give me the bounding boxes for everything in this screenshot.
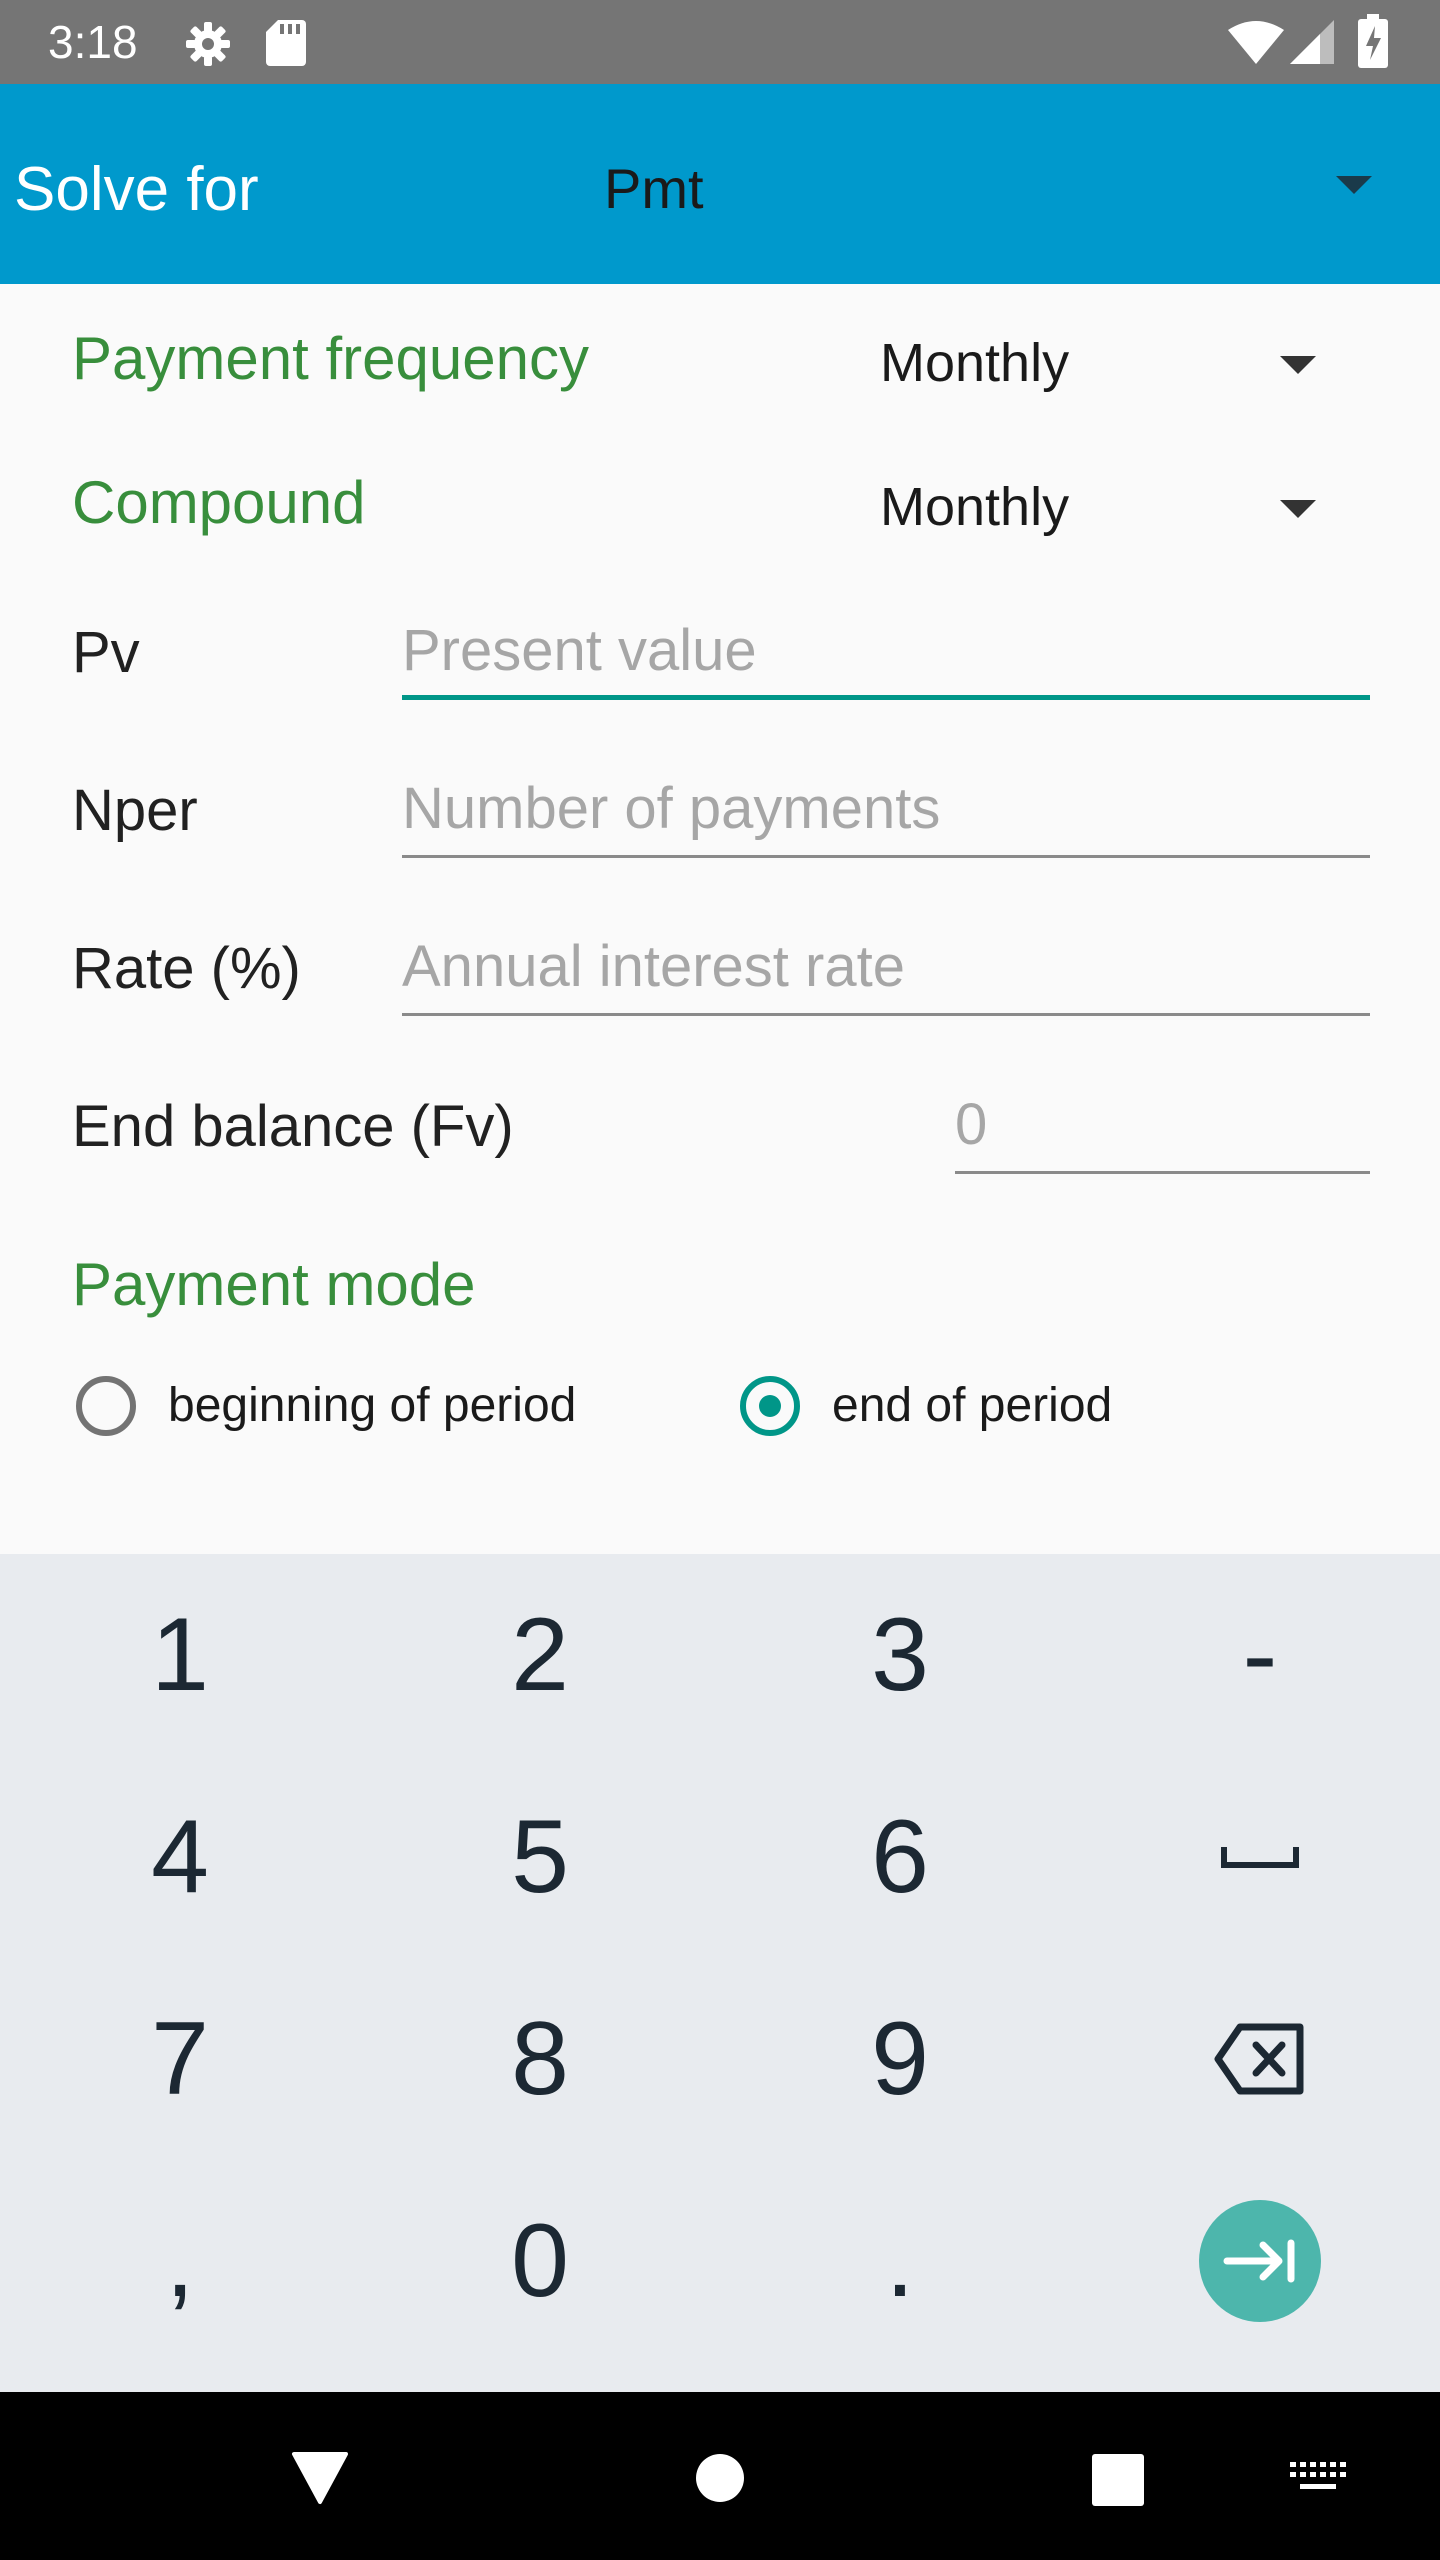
status-time: 3:18 bbox=[48, 16, 138, 68]
key-minus-label: - bbox=[1242, 1596, 1278, 1713]
chevron-down-icon bbox=[1336, 176, 1372, 194]
rate-label: Rate (%) bbox=[72, 936, 301, 1001]
nper-input[interactable] bbox=[402, 768, 1370, 848]
key-3-label: 3 bbox=[871, 1596, 929, 1713]
key-comma[interactable]: , bbox=[0, 2160, 360, 2362]
pv-field bbox=[402, 610, 1370, 700]
key-4-label: 4 bbox=[151, 1798, 209, 1915]
key-backspace[interactable] bbox=[1080, 1958, 1440, 2160]
toolbar-title: Solve for bbox=[14, 155, 259, 224]
system-nav-bar bbox=[0, 2392, 1440, 2560]
payment-mode-label: Payment mode bbox=[72, 1251, 476, 1318]
key-6[interactable]: 6 bbox=[720, 1756, 1080, 1958]
rate-input[interactable] bbox=[402, 926, 1370, 1006]
fv-input[interactable] bbox=[955, 1084, 1370, 1164]
next-button[interactable] bbox=[1199, 2200, 1321, 2322]
fv-label: End balance (Fv) bbox=[72, 1094, 514, 1159]
key-5-label: 5 bbox=[511, 1798, 569, 1915]
key-9[interactable]: 9 bbox=[720, 1958, 1080, 2160]
app-toolbar: Solve for Pmt bbox=[0, 84, 1440, 284]
keyboard-switch-icon[interactable] bbox=[1290, 2462, 1346, 2494]
fv-field bbox=[955, 1084, 1370, 1174]
battery-charging-icon bbox=[1358, 14, 1388, 68]
key-4[interactable]: 4 bbox=[0, 1756, 360, 1958]
key-5[interactable]: 5 bbox=[360, 1756, 720, 1958]
payment-frequency-value: Monthly bbox=[880, 333, 1070, 393]
key-8-label: 8 bbox=[511, 2000, 569, 2117]
rate-underline bbox=[402, 1013, 1370, 1016]
key-2[interactable]: 2 bbox=[360, 1554, 720, 1756]
key-9-label: 9 bbox=[871, 2000, 929, 2117]
key-1-label: 1 bbox=[151, 1596, 209, 1713]
pv-label: Pv bbox=[72, 620, 140, 685]
sd-card-icon bbox=[266, 20, 306, 66]
key-0[interactable]: 0 bbox=[360, 2160, 720, 2362]
radio-unchecked-icon bbox=[76, 1376, 136, 1436]
solve-for-spinner[interactable]: Pmt bbox=[580, 124, 1400, 244]
solve-for-value: Pmt bbox=[604, 157, 704, 220]
key-6-label: 6 bbox=[871, 1798, 929, 1915]
key-space[interactable] bbox=[1080, 1756, 1440, 1958]
radio-end-label: end of period bbox=[832, 1379, 1113, 1432]
fv-underline bbox=[955, 1171, 1370, 1174]
key-7[interactable]: 7 bbox=[0, 1958, 360, 2160]
chevron-down-icon bbox=[1280, 500, 1316, 518]
radio-beginning-label: beginning of period bbox=[168, 1379, 577, 1432]
nper-field bbox=[402, 768, 1370, 858]
key-7-label: 7 bbox=[151, 2000, 209, 2117]
key-2-label: 2 bbox=[511, 1596, 569, 1713]
home-icon[interactable] bbox=[694, 2452, 746, 2504]
key-1[interactable]: 1 bbox=[0, 1554, 360, 1756]
numeric-keyboard: 1 2 3 - 4 5 6 7 8 9 , 0 . bbox=[0, 1554, 1440, 2392]
wifi-icon bbox=[1228, 21, 1284, 64]
key-period-label: . bbox=[885, 2202, 915, 2319]
compound-value: Monthly bbox=[880, 477, 1070, 537]
signal-icon bbox=[1290, 20, 1334, 64]
recents-icon[interactable] bbox=[1092, 2454, 1144, 2506]
key-next[interactable] bbox=[1080, 2160, 1440, 2362]
key-3[interactable]: 3 bbox=[720, 1554, 1080, 1756]
payment-frequency-label: Payment frequency bbox=[72, 325, 589, 392]
key-minus[interactable]: - bbox=[1080, 1554, 1440, 1756]
gear-icon bbox=[186, 22, 230, 66]
status-bar: 3:18 bbox=[0, 0, 1440, 84]
payment-frequency-spinner[interactable]: Monthly bbox=[880, 310, 1380, 420]
loan-form: Payment frequency Monthly Compound Month… bbox=[0, 284, 1440, 1554]
rate-field bbox=[402, 926, 1370, 1016]
back-icon[interactable] bbox=[290, 2450, 350, 2506]
pv-underline bbox=[402, 695, 1370, 700]
compound-label: Compound bbox=[72, 469, 366, 536]
radio-dot bbox=[759, 1395, 781, 1417]
nper-underline bbox=[402, 855, 1370, 858]
radio-checked-icon bbox=[740, 1376, 800, 1436]
backspace-icon bbox=[1214, 2023, 1304, 2095]
chevron-down-icon bbox=[1280, 356, 1316, 374]
key-period[interactable]: . bbox=[720, 2160, 1080, 2362]
radio-beginning-of-period[interactable]: beginning of period bbox=[76, 1372, 636, 1452]
key-0-label: 0 bbox=[511, 2202, 569, 2319]
space-icon bbox=[1221, 1847, 1299, 1868]
tab-next-icon bbox=[1223, 2239, 1295, 2283]
pv-input[interactable] bbox=[402, 610, 1370, 690]
nper-label: Nper bbox=[72, 778, 198, 843]
radio-end-of-period[interactable]: end of period bbox=[740, 1372, 1180, 1452]
key-8[interactable]: 8 bbox=[360, 1958, 720, 2160]
key-comma-label: , bbox=[165, 2202, 195, 2319]
compound-spinner[interactable]: Monthly bbox=[880, 454, 1380, 564]
